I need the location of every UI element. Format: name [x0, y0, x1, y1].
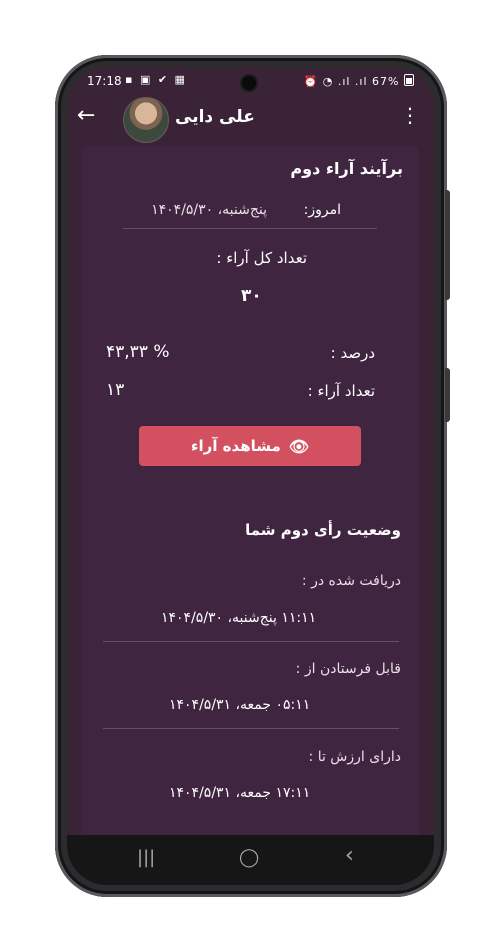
- avatar[interactable]: [123, 97, 169, 143]
- votes-count-value: ۱۳: [106, 380, 125, 400]
- view-votes-label: مشاهده آراء: [190, 437, 281, 455]
- power-button: [445, 368, 450, 422]
- received-label: دریافت شده در :: [301, 573, 401, 589]
- status-right: ⏰ ◔ .ıl .ıl 67%: [304, 74, 414, 88]
- valid-until-label: دارای ارزش تا :: [308, 749, 401, 765]
- signal-icons: ⏰ ◔ .ıl .ıl: [303, 75, 368, 88]
- front-camera: [242, 76, 256, 90]
- more-menu-icon[interactable]: ⋮: [400, 105, 420, 125]
- page-title: علی دایی: [175, 107, 255, 127]
- divider: [123, 228, 377, 229]
- poll-card: برآیند آراء دوم امروز: پنج‌شنبه، ۱۴۰۴/۵/…: [81, 145, 419, 885]
- system-nav-bar: ||| ◯ ‹: [67, 835, 434, 885]
- status-time: 17:18: [87, 74, 122, 88]
- total-votes-label: تعداد کل آراء :: [216, 249, 307, 267]
- nav-back-icon[interactable]: ‹: [345, 843, 354, 868]
- divider: [103, 728, 399, 729]
- sendable-label: قابل فرستادن از :: [295, 661, 401, 677]
- poll-heading: برآیند آراء دوم: [290, 159, 403, 178]
- recents-icon[interactable]: |||: [137, 847, 155, 868]
- battery-icon: [404, 74, 414, 86]
- received-value: ۱۱:۱۱ پنج‌شنبه، ۱۴۰۴/۵/۳۰: [161, 610, 317, 626]
- sendable-value: ۰۵:۱۱ جمعه، ۱۴۰۴/۵/۳۱: [169, 697, 311, 713]
- percent-value: ۴۳,۳۳ %: [106, 342, 170, 362]
- battery-level: 67%: [372, 75, 400, 88]
- status-bar: 17:18 ▪ ▣ ✔ ▦ ⏰ ◔ .ıl .ıl 67%: [67, 67, 434, 95]
- today-label: امروز:: [303, 202, 341, 218]
- percent-label: درصد :: [330, 344, 375, 362]
- home-icon[interactable]: ◯: [239, 847, 259, 868]
- your-vote-heading: وضعیت رأی دوم شما: [245, 521, 401, 539]
- votes-count-label: تعداد آراء :: [307, 382, 375, 400]
- valid-until-value: ۱۷:۱۱ جمعه، ۱۴۰۴/۵/۳۱: [169, 785, 311, 801]
- app-bar: ← علی دایی ⋮: [67, 95, 434, 145]
- today-value: پنج‌شنبه، ۱۴۰۴/۵/۳۰: [151, 202, 267, 218]
- total-votes-value: ۳۰: [241, 286, 262, 306]
- back-arrow-icon[interactable]: ←: [77, 103, 95, 128]
- view-votes-button[interactable]: مشاهده آراء 👁: [139, 426, 361, 466]
- divider: [103, 641, 399, 642]
- volume-button: [445, 190, 450, 300]
- eye-icon: 👁: [288, 436, 310, 456]
- screen: 17:18 ▪ ▣ ✔ ▦ ⏰ ◔ .ıl .ıl 67% ← علی دایی…: [67, 67, 434, 885]
- notification-icons: ▪ ▣ ✔ ▦: [125, 73, 187, 86]
